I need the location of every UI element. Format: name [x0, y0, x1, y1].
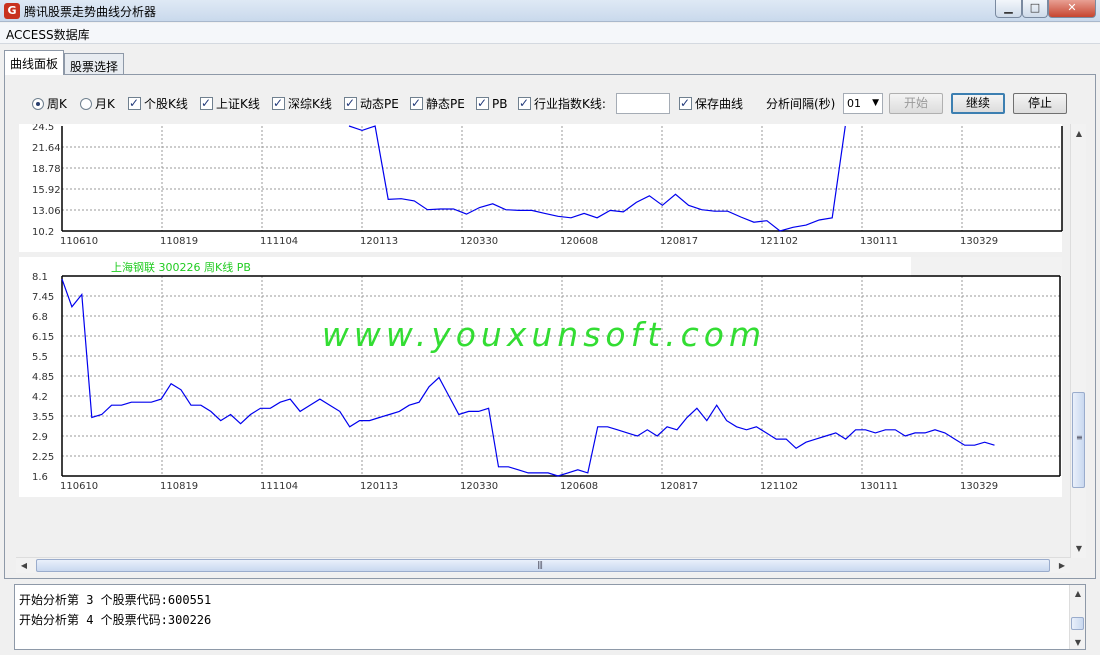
- menu-access-database[interactable]: ACCESS数据库: [6, 26, 90, 43]
- app-logo-icon[interactable]: G: [4, 3, 20, 19]
- y-tick-label: 6.8: [32, 312, 48, 323]
- industry-k-checkbox[interactable]: 行业指数K线:: [518, 95, 606, 112]
- static-pe-checkbox[interactable]: 静态PE: [410, 95, 465, 112]
- month-k-radio[interactable]: 月K: [80, 96, 115, 112]
- checkbox-checked-icon: [272, 95, 285, 111]
- checkbox-checked-icon: [128, 95, 141, 111]
- radio-selected-icon: [32, 98, 44, 110]
- minimize-icon[interactable]: ▁: [995, 0, 1022, 18]
- maximize-icon[interactable]: □: [1022, 0, 1048, 18]
- dropdown-arrow-icon: ▼: [872, 98, 879, 108]
- grip-icon: |||: [537, 560, 543, 569]
- chart-title: 上海钢联 300226 周K线 PB: [111, 260, 251, 274]
- x-tick-label: 120330: [460, 481, 498, 492]
- x-tick-label: 120817: [660, 236, 698, 247]
- log-textarea[interactable]: 开始分析第 3 个股票代码:600551 开始分析第 4 个股票代码:30022…: [14, 584, 1086, 650]
- y-tick-label: 24.5: [32, 124, 54, 133]
- scroll-up-icon[interactable]: ▲: [1071, 129, 1087, 138]
- checkbox-checked-icon: [344, 95, 357, 111]
- horizontal-scrollbar[interactable]: ◀ ||| ▶: [16, 557, 1070, 573]
- x-tick-label: 130111: [860, 236, 898, 247]
- watermark: www.youxunsoft.com: [322, 315, 766, 354]
- vertical-scroll-thumb[interactable]: ≡: [1072, 392, 1085, 488]
- scroll-down-icon[interactable]: ▼: [1071, 544, 1087, 553]
- checkbox-checked-icon: [200, 95, 213, 111]
- tab-curve-panel[interactable]: 曲线面板: [4, 50, 65, 75]
- radio-empty-icon: [80, 98, 92, 110]
- horizontal-scroll-thumb[interactable]: |||: [36, 559, 1050, 572]
- save-curve-checkbox[interactable]: 保存曲线: [679, 95, 743, 112]
- checkbox-checked-icon: [518, 95, 531, 111]
- x-tick-label: 110610: [60, 236, 98, 247]
- sh-k-checkbox[interactable]: 上证K线: [200, 95, 260, 112]
- checkbox-checked-icon: [679, 95, 692, 111]
- y-tick-label: 2.25: [32, 452, 54, 463]
- y-tick-label: 10.2: [32, 227, 54, 238]
- scroll-up-icon[interactable]: ▲: [1070, 589, 1085, 598]
- y-tick-label: 2.9: [32, 432, 48, 443]
- x-tick-label: 130111: [860, 481, 898, 492]
- vertical-scrollbar[interactable]: ▲ ≡ ▼: [1070, 124, 1086, 558]
- log-scrollbar[interactable]: ▲ ▼: [1069, 585, 1085, 649]
- interval-select[interactable]: 01 ▼: [843, 93, 883, 114]
- x-tick-label: 111104: [260, 481, 298, 492]
- week-k-radio[interactable]: 周K: [32, 96, 67, 112]
- interval-label: 分析间隔(秒): [766, 97, 836, 111]
- sz-k-checkbox[interactable]: 深综K线: [272, 95, 332, 112]
- y-tick-label: 5.5: [32, 352, 48, 363]
- y-tick-label: 7.45: [32, 292, 54, 303]
- y-tick-label: 6.15: [32, 332, 54, 343]
- dynamic-pe-checkbox[interactable]: 动态PE: [344, 95, 399, 112]
- log-scroll-thumb[interactable]: [1071, 617, 1084, 630]
- y-tick-label: 13.06: [32, 206, 61, 217]
- y-tick-label: 4.85: [32, 372, 54, 383]
- scroll-down-icon[interactable]: ▼: [1070, 638, 1085, 647]
- y-tick-label: 18.78: [32, 164, 61, 175]
- continue-button[interactable]: 继续: [951, 93, 1005, 114]
- scroll-right-icon[interactable]: ▶: [1054, 561, 1070, 570]
- checkbox-checked-icon: [410, 95, 423, 111]
- x-tick-label: 111104: [260, 236, 298, 247]
- y-tick-label: 21.64: [32, 143, 61, 154]
- menu-bar: ACCESS数据库: [0, 23, 1100, 44]
- x-tick-label: 120330: [460, 236, 498, 247]
- chart-viewport: 24.5 21.64 18.78 15.92 13.06 10.2 110610 110819…: [16, 124, 1070, 558]
- x-tick-label: 121102: [760, 236, 798, 247]
- y-tick-label: 4.2: [32, 392, 48, 403]
- scroll-left-icon[interactable]: ◀: [16, 561, 32, 570]
- charts-svg: 24.5 21.64 18.78 15.92 13.06 10.2 110610 110819…: [19, 124, 1063, 497]
- log-line: 开始分析第 3 个股票代码:600551: [19, 593, 212, 607]
- y-tick-label: 1.6: [32, 472, 48, 483]
- checkbox-checked-icon: [476, 95, 489, 111]
- x-tick-label: 110819: [160, 481, 198, 492]
- chart2-background: [19, 257, 1062, 497]
- x-tick-label: 110819: [160, 236, 198, 247]
- grip-icon: ≡: [1076, 433, 1083, 442]
- x-tick-label: 120817: [660, 481, 698, 492]
- y-tick-label: 3.55: [32, 412, 54, 423]
- window-title: 腾讯股票走势曲线分析器: [24, 5, 157, 19]
- x-tick-label: 110610: [60, 481, 98, 492]
- title-bar: G 腾讯股票走势曲线分析器 ▁ □ ✕: [0, 0, 1100, 22]
- y-tick-label: 15.92: [32, 185, 61, 196]
- x-tick-label: 121102: [760, 481, 798, 492]
- tab-stock-select[interactable]: 股票选择: [64, 53, 125, 75]
- x-tick-label: 120113: [360, 481, 398, 492]
- log-line: 开始分析第 4 个股票代码:300226: [19, 613, 212, 627]
- stop-button[interactable]: 停止: [1013, 93, 1067, 114]
- stock-k-checkbox[interactable]: 个股K线: [128, 95, 188, 112]
- x-tick-label: 130329: [960, 236, 998, 247]
- x-tick-label: 120113: [360, 236, 398, 247]
- x-tick-label: 120608: [560, 481, 598, 492]
- pb-checkbox[interactable]: PB: [476, 95, 507, 112]
- close-icon[interactable]: ✕: [1048, 0, 1096, 18]
- y-tick-label: 8.1: [32, 272, 48, 283]
- industry-index-input[interactable]: [616, 93, 670, 114]
- x-tick-label: 120608: [560, 236, 598, 247]
- chart1-background: [19, 124, 1062, 252]
- x-tick-label: 130329: [960, 481, 998, 492]
- start-button[interactable]: 开始: [889, 93, 943, 114]
- chart2-header-shade: [911, 257, 1062, 277]
